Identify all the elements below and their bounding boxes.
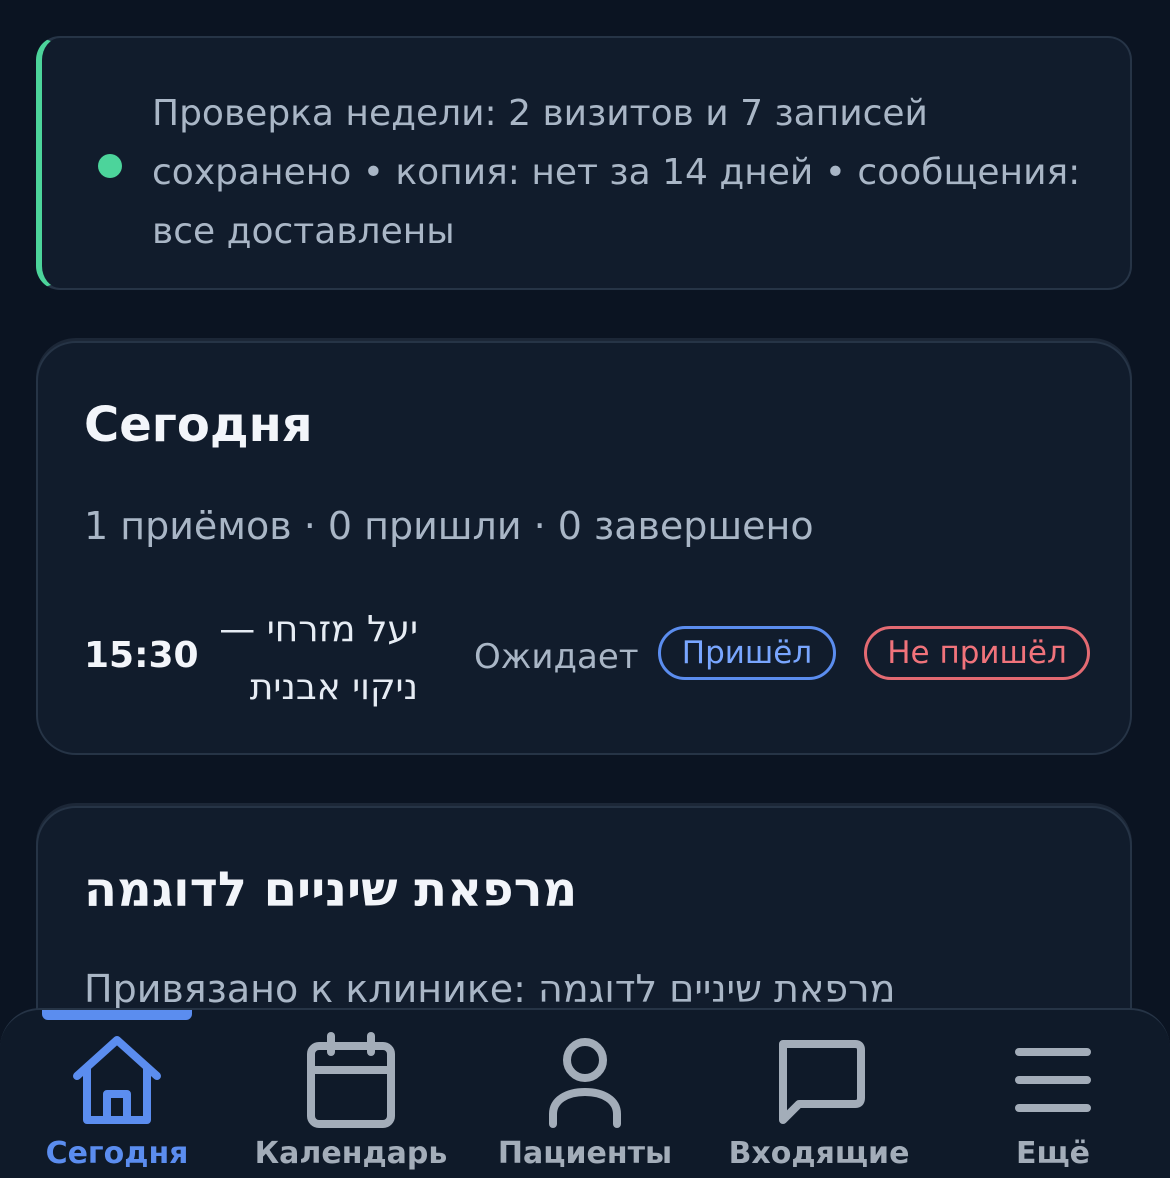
today-card-title: Сегодня (84, 397, 313, 453)
nav-tab-more[interactable]: Ещё (936, 1022, 1170, 1178)
app-screen: Проверка недели: 2 визитов и 7 записей с… (0, 0, 1170, 1178)
today-card: Сегодня 1 приёмов · 0 пришли · 0 заверше… (36, 341, 1132, 755)
mark-came-button[interactable]: Пришёл (658, 626, 836, 680)
nav-tab-inbox-label: Входящие (728, 1136, 910, 1171)
weekly-check-banner: Проверка недели: 2 визитов и 7 записей с… (36, 36, 1132, 290)
nav-tab-calendar[interactable]: Календарь (234, 1022, 468, 1178)
nav-tab-today[interactable]: Сегодня (0, 1022, 234, 1178)
status-dot-icon (98, 154, 122, 178)
message-icon (779, 1040, 865, 1124)
home-icon (73, 1036, 161, 1124)
nav-tab-patients-label: Пациенты (497, 1136, 673, 1171)
user-icon (549, 1038, 621, 1128)
menu-icon (1015, 1048, 1091, 1112)
today-summary: 1 приёмов · 0 пришли · 0 завершено (84, 504, 814, 548)
mark-no-show-button[interactable]: Не пришёл (864, 626, 1090, 680)
active-tab-indicator (42, 1010, 192, 1020)
nav-tab-patients[interactable]: Пациенты (468, 1022, 702, 1178)
nav-tab-inbox[interactable]: Входящие (702, 1022, 936, 1178)
nav-tab-today-label: Сегодня (45, 1136, 189, 1171)
appointment-patient-service[interactable]: יעל מזרחי — ניקוי אבנית (198, 601, 418, 717)
calendar-icon (307, 1032, 395, 1128)
nav-tab-more-label: Ещё (1015, 1136, 1090, 1171)
appointment-status: Ожидает (474, 637, 639, 677)
bottom-navigation: Сегодня Календарь Пациенты Входящие Ещё (0, 1008, 1170, 1178)
nav-tab-calendar-label: Календарь (254, 1136, 448, 1171)
weekly-check-text: Проверка недели: 2 визитов и 7 записей с… (152, 93, 1081, 252)
appointment-time: 15:30 (84, 635, 199, 676)
clinic-card-title: מרפאת שיניים לדוגמה (84, 862, 578, 918)
